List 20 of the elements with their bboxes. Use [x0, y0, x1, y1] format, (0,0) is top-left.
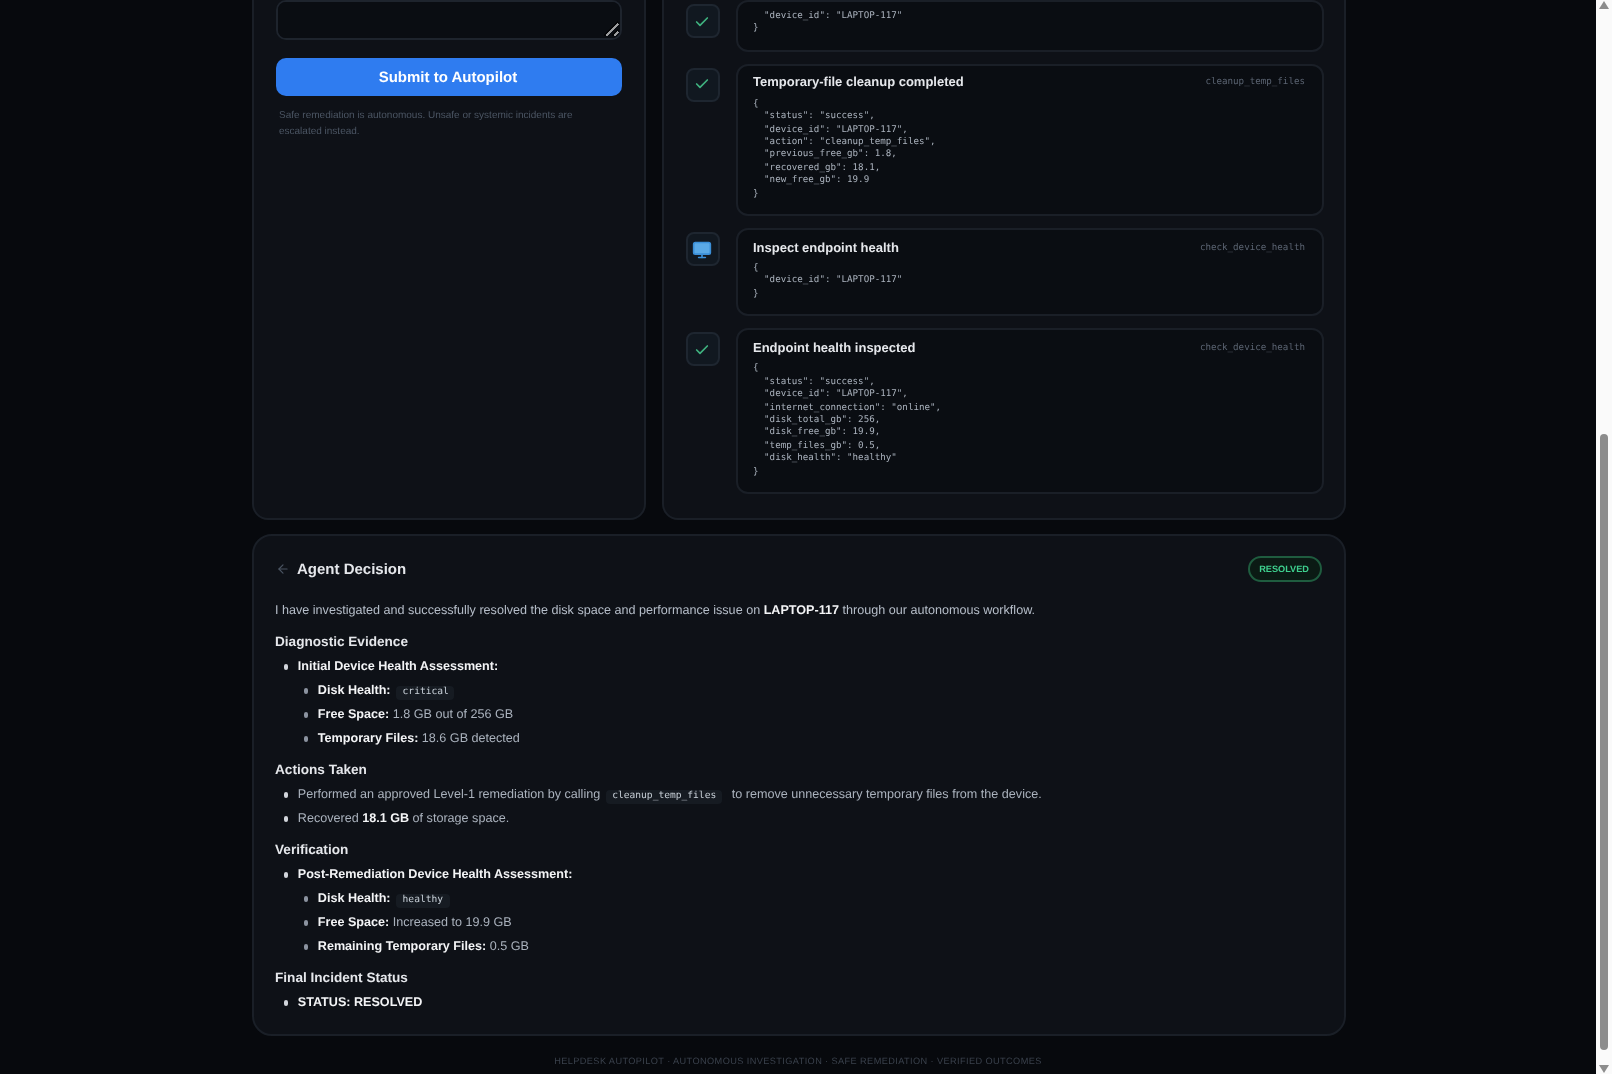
scroll-up-icon[interactable] — [1598, 0, 1610, 10]
bullet-dot — [303, 736, 308, 742]
check-icon — [694, 341, 710, 358]
bullet-dot — [303, 896, 308, 902]
bullet-dot — [283, 1000, 288, 1006]
bullet-dot — [303, 920, 308, 926]
bullet-dot — [283, 664, 288, 670]
bullet-dot — [283, 816, 288, 822]
check-icon — [694, 13, 710, 29]
bullet-dot — [303, 712, 308, 718]
bullet-dot — [303, 944, 308, 950]
bullet-dot — [283, 872, 288, 878]
scroll-down-icon[interactable] — [1598, 1064, 1610, 1074]
monitor-icon — [692, 239, 712, 260]
check-icon — [694, 76, 710, 93]
scrollbar-thumb[interactable] — [1600, 434, 1608, 1050]
bullet-dot — [283, 792, 288, 798]
incident-input-field[interactable] — [275, 0, 621, 40]
bullet-dot — [303, 688, 308, 694]
arrow-left-icon — [275, 562, 289, 577]
